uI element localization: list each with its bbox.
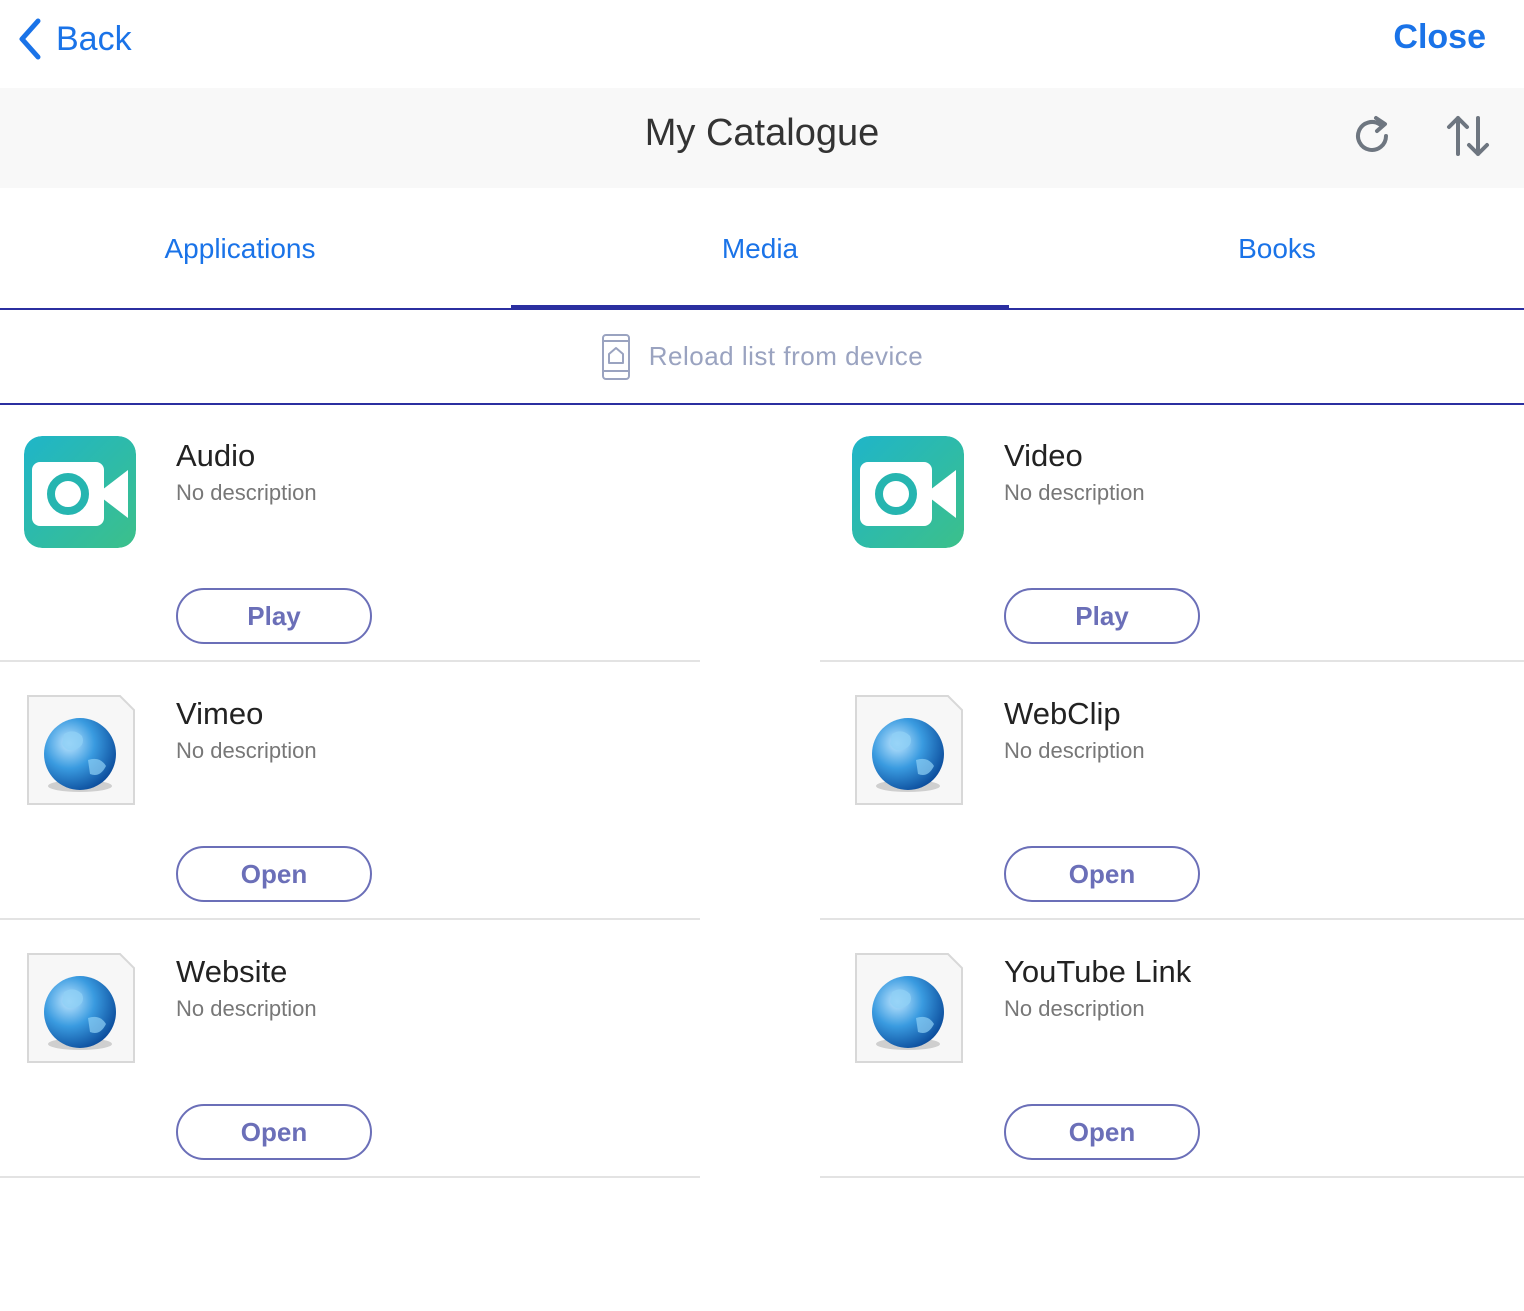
item-description: No description: [1004, 480, 1145, 505]
item-name: WebClip: [1004, 696, 1121, 731]
reload-label: Reload list from device: [648, 341, 924, 371]
open-button[interactable]: Open: [1004, 846, 1200, 902]
tab-books[interactable]: Books: [1030, 188, 1524, 310]
item-name: YouTube Link: [1004, 954, 1192, 989]
item-description: No description: [176, 996, 317, 1021]
item-name: Video: [1004, 438, 1083, 473]
item-name: Website: [176, 954, 288, 989]
chevron-left-icon: [19, 18, 41, 60]
list-item: Vimeo No description Open: [0, 662, 700, 920]
phone-home-icon: [601, 333, 630, 380]
video-camera-icon: [24, 436, 136, 548]
globe-icon: [24, 952, 136, 1064]
list-item: Website No description Open: [0, 920, 700, 1178]
list-item: Audio No description Play: [0, 404, 700, 662]
refresh-icon[interactable]: [1348, 112, 1396, 160]
open-button[interactable]: Open: [176, 846, 372, 902]
tab-bar: Applications Media Books: [0, 188, 1524, 310]
video-camera-icon: [852, 436, 964, 548]
reload-list-button[interactable]: Reload list from device: [0, 310, 1524, 405]
tab-media[interactable]: Media: [511, 188, 1009, 310]
back-label: Back: [56, 19, 132, 58]
globe-icon: [852, 694, 964, 806]
page-title: My Catalogue: [644, 112, 880, 154]
play-button[interactable]: Play: [1004, 588, 1200, 644]
item-description: No description: [1004, 996, 1145, 1021]
top-nav-bar: Back Close: [0, 0, 1524, 88]
tab-applications[interactable]: Applications: [0, 188, 480, 310]
back-button[interactable]: Back: [16, 14, 132, 64]
open-button[interactable]: Open: [1004, 1104, 1200, 1160]
close-button[interactable]: Close: [1393, 18, 1486, 57]
sort-icon[interactable]: [1444, 112, 1492, 160]
list-item: WebClip No description Open: [820, 662, 1524, 920]
item-description: No description: [1004, 738, 1145, 763]
globe-icon: [852, 952, 964, 1064]
title-bar: My Catalogue: [0, 88, 1524, 188]
item-description: No description: [176, 480, 317, 505]
play-button[interactable]: Play: [176, 588, 372, 644]
list-item: YouTube Link No description Open: [820, 920, 1524, 1178]
open-button[interactable]: Open: [176, 1104, 372, 1160]
globe-icon: [24, 694, 136, 806]
list-item: Video No description Play: [820, 404, 1524, 662]
item-name: Audio: [176, 438, 256, 473]
item-name: Vimeo: [176, 696, 264, 731]
item-description: No description: [176, 738, 317, 763]
